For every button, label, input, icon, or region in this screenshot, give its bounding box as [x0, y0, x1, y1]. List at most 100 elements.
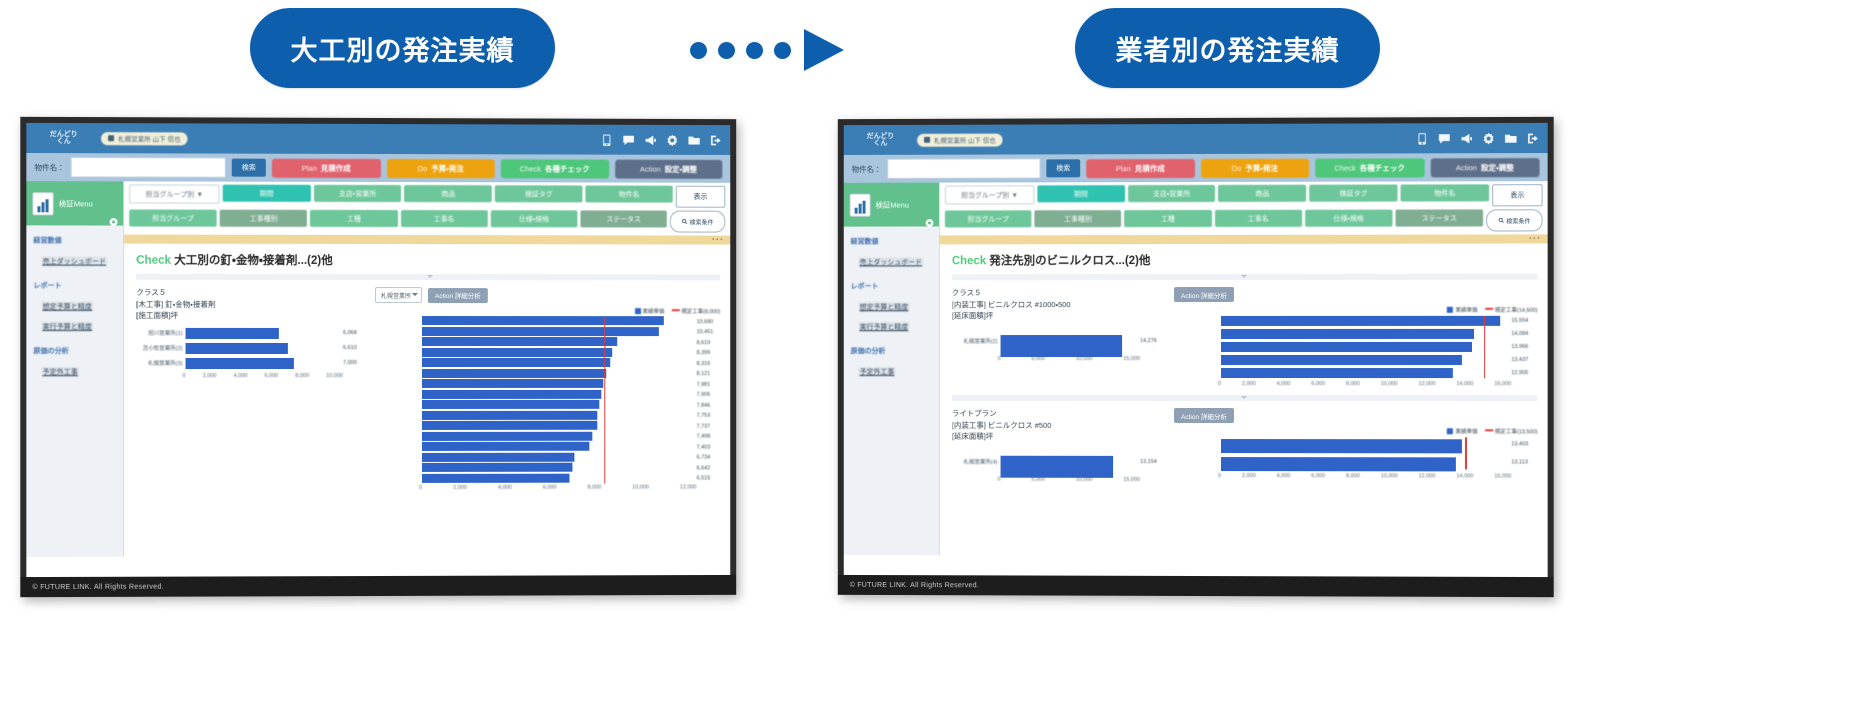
- bar-fill: [421, 462, 573, 472]
- filter-trade[interactable]: 工種: [310, 209, 398, 228]
- sidebar-heading: 経営数値: [33, 237, 62, 245]
- sidebar-item-sales-dashboard[interactable]: 売上ダッシュボード: [858, 257, 924, 268]
- search-condition-button[interactable]: 検索条件: [669, 210, 726, 233]
- search-button[interactable]: 検索: [231, 158, 266, 177]
- filter-work-type[interactable]: 工事種別: [1034, 210, 1122, 228]
- logout-icon[interactable]: [709, 134, 722, 147]
- x-tick: 6,000: [542, 484, 557, 491]
- search-button[interactable]: 検索: [1046, 159, 1081, 178]
- office-select[interactable]: 札幌営業所: [375, 286, 422, 304]
- legend-actual: 実績単価: [1447, 427, 1478, 435]
- sidebar-item-estimate-accuracy[interactable]: 想定予算と精度: [858, 302, 910, 313]
- sidebar-menu-header[interactable]: 検証Menu: [843, 182, 939, 227]
- filter-period[interactable]: 期間: [1037, 185, 1125, 203]
- bar-row: 7,737: [375, 420, 720, 431]
- bar-fill: [421, 431, 592, 441]
- filter-work-name[interactable]: 工事名: [1214, 209, 1302, 227]
- sidebar-item-unplanned-work[interactable]: 予定外工事: [41, 367, 79, 378]
- flow-pill-right-label: 業者別の発注実績: [1115, 35, 1340, 66]
- x-tick: 2,000: [202, 372, 217, 379]
- filter-product[interactable]: 商品: [404, 185, 493, 203]
- filter-status[interactable]: ステータス: [580, 210, 667, 228]
- filter-period[interactable]: 期間: [222, 184, 311, 202]
- logout-icon[interactable]: [1526, 131, 1539, 144]
- page-title-text: 大工別の釘・金物・接着剤...(2)他: [174, 254, 333, 267]
- sidebar-item-execution-accuracy[interactable]: 実行予算と精度: [858, 322, 910, 333]
- show-button[interactable]: 表示: [1492, 184, 1543, 207]
- sidebar-section-keiei: 経営数値 売上ダッシュボード: [33, 235, 123, 270]
- filter-group[interactable]: 担当グループ: [129, 209, 217, 227]
- toolbar-do-button[interactable]: Do 予算・発注: [1200, 158, 1310, 178]
- filter-product[interactable]: 商品: [1218, 184, 1307, 202]
- toolbar-check-button[interactable]: Check 各種チェック: [1315, 157, 1425, 178]
- bar-fill: [1221, 438, 1462, 453]
- folder-icon[interactable]: [1504, 132, 1517, 145]
- filter-spec[interactable]: 仕様・規格: [1304, 209, 1393, 227]
- bar-value-label: 8,399: [696, 350, 711, 357]
- sidebar-item-sales-dashboard[interactable]: 売上ダッシュボード: [41, 256, 108, 267]
- gear-icon[interactable]: [1482, 132, 1495, 145]
- toolbar-plan-button[interactable]: Plan 見積作成: [271, 158, 381, 178]
- gear-icon[interactable]: [666, 133, 679, 146]
- bar-value-label: 8,316: [696, 360, 711, 367]
- x-tick: 6,000: [1311, 473, 1326, 480]
- bar-fill: [1221, 456, 1457, 471]
- search-input[interactable]: [887, 158, 1041, 179]
- sidebar-gear-icon[interactable]: [109, 213, 118, 226]
- sidebar-gear-icon[interactable]: [925, 215, 934, 227]
- toolbar-do-button[interactable]: Do 予算・発注: [386, 158, 495, 178]
- filter-buttons-bottom: 検索条件: [1486, 209, 1543, 232]
- flow-pill-right: 業者別の発注実績: [1075, 8, 1380, 88]
- user-chip[interactable]: 札幌営業所 山下 信也: [100, 131, 188, 145]
- tablet-icon[interactable]: [1416, 132, 1429, 145]
- toolbar-check-button[interactable]: Check 各種チェック: [500, 158, 609, 179]
- megaphone-icon[interactable]: [1460, 132, 1473, 145]
- action-detail-badge[interactable]: Action 詳細分析: [427, 287, 488, 303]
- bar-value-label: 7,000: [342, 360, 357, 367]
- toolbar-action-button[interactable]: Action 設定・調整: [1430, 157, 1540, 177]
- x-axis-ticks: 0 2,000 4,000 6,000 8,000 10,000 12,000 14,000 1…: [1218, 381, 1511, 387]
- comment-icon[interactable]: [1438, 132, 1451, 145]
- toolbar-plan-button[interactable]: Plan 見積作成: [1086, 158, 1195, 178]
- window-body: 検証Menu 経営数値 売上ダッシュボード レポート 想定予算と精度 実行予算と…: [843, 181, 1548, 557]
- filter-group-select[interactable]: 担当グループ別 ▼: [129, 184, 220, 204]
- megaphone-icon[interactable]: [644, 133, 657, 146]
- sidebar-heading: 経営数値: [850, 238, 879, 246]
- filter-branch[interactable]: 支店・営業所: [313, 184, 402, 203]
- x-tick: 0: [1218, 473, 1222, 480]
- filter-tag[interactable]: 検証タグ: [495, 185, 583, 203]
- sidebar-item-unplanned-work[interactable]: 予定外工事: [858, 366, 896, 377]
- search-condition-button[interactable]: 検索条件: [1486, 209, 1543, 232]
- show-button[interactable]: 表示: [675, 185, 726, 208]
- filter-property[interactable]: 物件名: [585, 185, 673, 203]
- action-detail-badge[interactable]: Action 詳細分析: [1174, 286, 1234, 303]
- x-tick: 10,000: [1380, 473, 1398, 480]
- sidebar-item-estimate-accuracy[interactable]: 想定予算と精度: [41, 301, 93, 312]
- filter-trade[interactable]: 工種: [1124, 209, 1212, 228]
- bar-value-label: 14,084: [1511, 330, 1529, 337]
- filter-row-1: 担当グループ別 ▼ 期間 支店・営業所 商品 検証タグ 物件名 表示: [129, 184, 726, 208]
- sidebar-menu-header[interactable]: 検証Menu: [26, 181, 124, 226]
- filter-work-name[interactable]: 工事名: [400, 210, 488, 228]
- filter-status[interactable]: ステータス: [1395, 209, 1484, 227]
- filter-group-select[interactable]: 担当グループ別 ▼: [944, 185, 1035, 205]
- bar-fill: [421, 337, 618, 347]
- toolbar-action-button[interactable]: Action 設定・調整: [614, 159, 723, 179]
- comment-icon[interactable]: [622, 133, 635, 146]
- user-chip[interactable]: 札幌営業所 山下 信也: [917, 133, 1003, 147]
- filter-group[interactable]: 担当グループ: [944, 210, 1032, 228]
- screenshot-root: 大工別の発注実績 業者別の発注実績 だんどり くん 札幌営業所 山下 信也 物件…: [0, 0, 1860, 720]
- filter-branch[interactable]: 支店・営業所: [1127, 184, 1216, 203]
- sidebar-item-execution-accuracy[interactable]: 実行予算と精度: [41, 321, 93, 332]
- tablet-icon[interactable]: [600, 133, 613, 146]
- search-input[interactable]: [70, 157, 226, 178]
- filter-spec[interactable]: 仕様・規格: [490, 210, 578, 228]
- folder-icon[interactable]: [688, 133, 701, 146]
- action-detail-badge[interactable]: Action 詳細分析: [1174, 407, 1234, 424]
- filter-work-type[interactable]: 工事種別: [219, 209, 308, 227]
- toolbar-plan-en: Plan: [301, 163, 317, 173]
- filter-tag[interactable]: 検証タグ: [1309, 184, 1398, 202]
- x-tick: 16,000: [1494, 473, 1512, 480]
- x-tick: 12,000: [1418, 473, 1436, 480]
- filter-property[interactable]: 物件名: [1400, 184, 1490, 202]
